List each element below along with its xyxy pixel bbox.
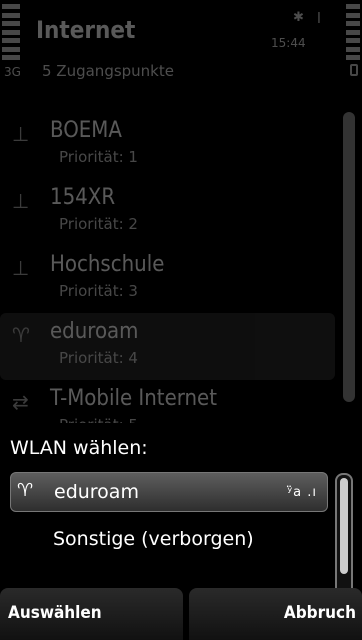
access-point-list: ⊥ BOEMA Priorität: 1 ⊥ 154XR Priorität: … — [0, 112, 345, 447]
wlan-signal-icon: ʸ̈a .ı — [287, 485, 317, 500]
app-title: Internet — [36, 16, 136, 44]
clock: 15:44 — [271, 36, 306, 50]
packet-data-indicator-icon — [350, 64, 358, 76]
access-point-name: Hochschule — [50, 252, 165, 277]
list-item[interactable]: ⊥ Hochschule Priorität: 3 — [0, 246, 345, 313]
antenna-icon: ⊥ — [12, 256, 30, 280]
list-item[interactable]: ⊥ 154XR Priorität: 2 — [0, 179, 345, 246]
option-label: Sonstige (verborgen) — [53, 528, 254, 550]
access-point-name: 154XR — [50, 185, 116, 210]
dialog-scrollbar[interactable] — [335, 473, 353, 596]
list-item[interactable]: ⊥ BOEMA Priorität: 1 — [0, 112, 345, 179]
cancel-softkey[interactable]: Abbruch — [189, 588, 362, 640]
select-softkey[interactable]: Auswählen — [0, 588, 183, 640]
access-point-name: BOEMA — [50, 118, 122, 143]
option-eduroam[interactable]: ♈ eduroam ʸ̈a .ı — [10, 472, 328, 512]
wlan-select-dialog: WLAN wählen: ♈ eduroam ʸ̈a .ı Sonstige (… — [0, 423, 362, 640]
access-point-name: eduroam — [50, 319, 139, 344]
bluetooth-icon: ✱ — [293, 10, 304, 25]
antenna-icon: ⊥ — [12, 189, 30, 213]
access-point-priority: Priorität: 4 — [59, 349, 138, 367]
softkey-label: Auswählen — [8, 603, 102, 623]
scrollbar-thumb[interactable] — [340, 478, 348, 574]
list-scrollbar[interactable] — [343, 112, 355, 402]
dialog-title: WLAN wählen: — [10, 437, 148, 459]
access-point-priority: Priorität: 1 — [59, 148, 138, 166]
signal-strength-icon — [2, 4, 20, 60]
option-hidden-network[interactable]: Sonstige (verborgen) — [10, 520, 328, 560]
access-point-priority: Priorität: 3 — [59, 282, 138, 300]
network-type: 3G — [4, 65, 21, 79]
option-label: eduroam — [54, 481, 139, 503]
status-header: Internet ✱ ꞁ 15:44 3G 5 Zugangspunkte — [0, 0, 362, 96]
list-item-selected[interactable]: ♈ eduroam Priorität: 4 — [0, 313, 335, 380]
wlan-icon: ♈ — [12, 323, 30, 347]
softkey-label: Abbruch — [283, 603, 356, 623]
subtitle: 5 Zugangspunkte — [42, 62, 174, 80]
antenna-icon: ꞁ — [317, 8, 321, 24]
access-point-priority: Priorität: 2 — [59, 215, 138, 233]
packet-data-icon: ⇄ — [12, 390, 29, 414]
battery-icon — [346, 4, 360, 60]
access-point-name: T-Mobile Internet — [50, 386, 217, 411]
antenna-icon: ⊥ — [12, 122, 30, 146]
wlan-icon: ♈ — [17, 480, 34, 501]
wlan-option-list: ♈ eduroam ʸ̈a .ı Sonstige (verborgen) — [10, 472, 328, 568]
